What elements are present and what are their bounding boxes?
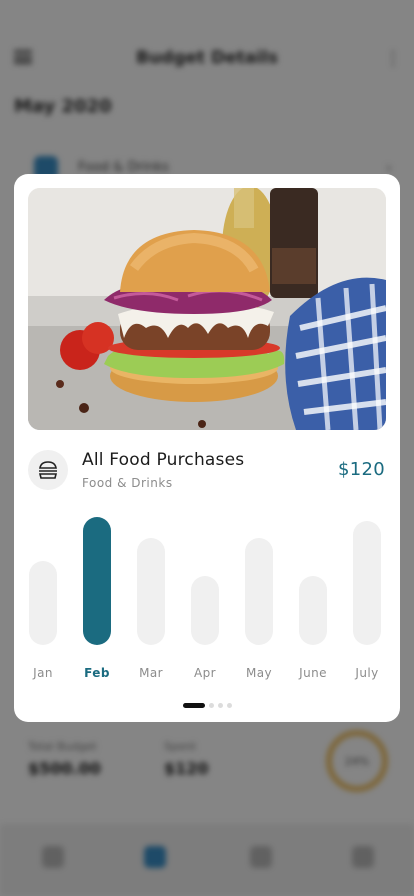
bar-mar[interactable]	[137, 538, 165, 645]
burger-photo	[28, 188, 386, 430]
purchase-category: Food & Drinks	[82, 476, 173, 490]
burger-icon	[28, 450, 68, 490]
purchase-amount: $120	[337, 459, 385, 480]
purchase-info: All Food Purchases Food & Drinks $120	[28, 450, 386, 494]
bar-label-july[interactable]: July	[341, 666, 393, 680]
bar-label-may[interactable]: May	[233, 666, 285, 680]
bar-july[interactable]	[353, 521, 381, 645]
bar-june[interactable]	[299, 576, 327, 645]
page-dot[interactable]	[226, 703, 232, 708]
bar-feb[interactable]	[83, 517, 111, 645]
purchase-title: All Food Purchases	[82, 450, 245, 470]
bar-label-mar[interactable]: Mar	[125, 666, 177, 680]
bar-may[interactable]	[245, 538, 273, 645]
bar-apr[interactable]	[191, 576, 219, 645]
page-dot-active[interactable]	[182, 703, 205, 708]
bar-jan[interactable]	[29, 561, 57, 645]
purchase-detail-card: All Food Purchases Food & Drinks $120 Ja…	[14, 174, 400, 722]
page-indicator	[14, 703, 400, 709]
bar-label-feb[interactable]: Feb	[71, 666, 123, 680]
page-dot[interactable]	[217, 703, 223, 708]
burger-illustration	[28, 188, 386, 430]
bar-label-jan[interactable]: Jan	[17, 666, 69, 680]
page-dot[interactable]	[208, 703, 214, 708]
monthly-spending-chart: Jan Feb Mar Apr May June July	[14, 510, 400, 680]
bar-label-june[interactable]: June	[287, 666, 339, 680]
bar-label-apr[interactable]: Apr	[179, 666, 231, 680]
